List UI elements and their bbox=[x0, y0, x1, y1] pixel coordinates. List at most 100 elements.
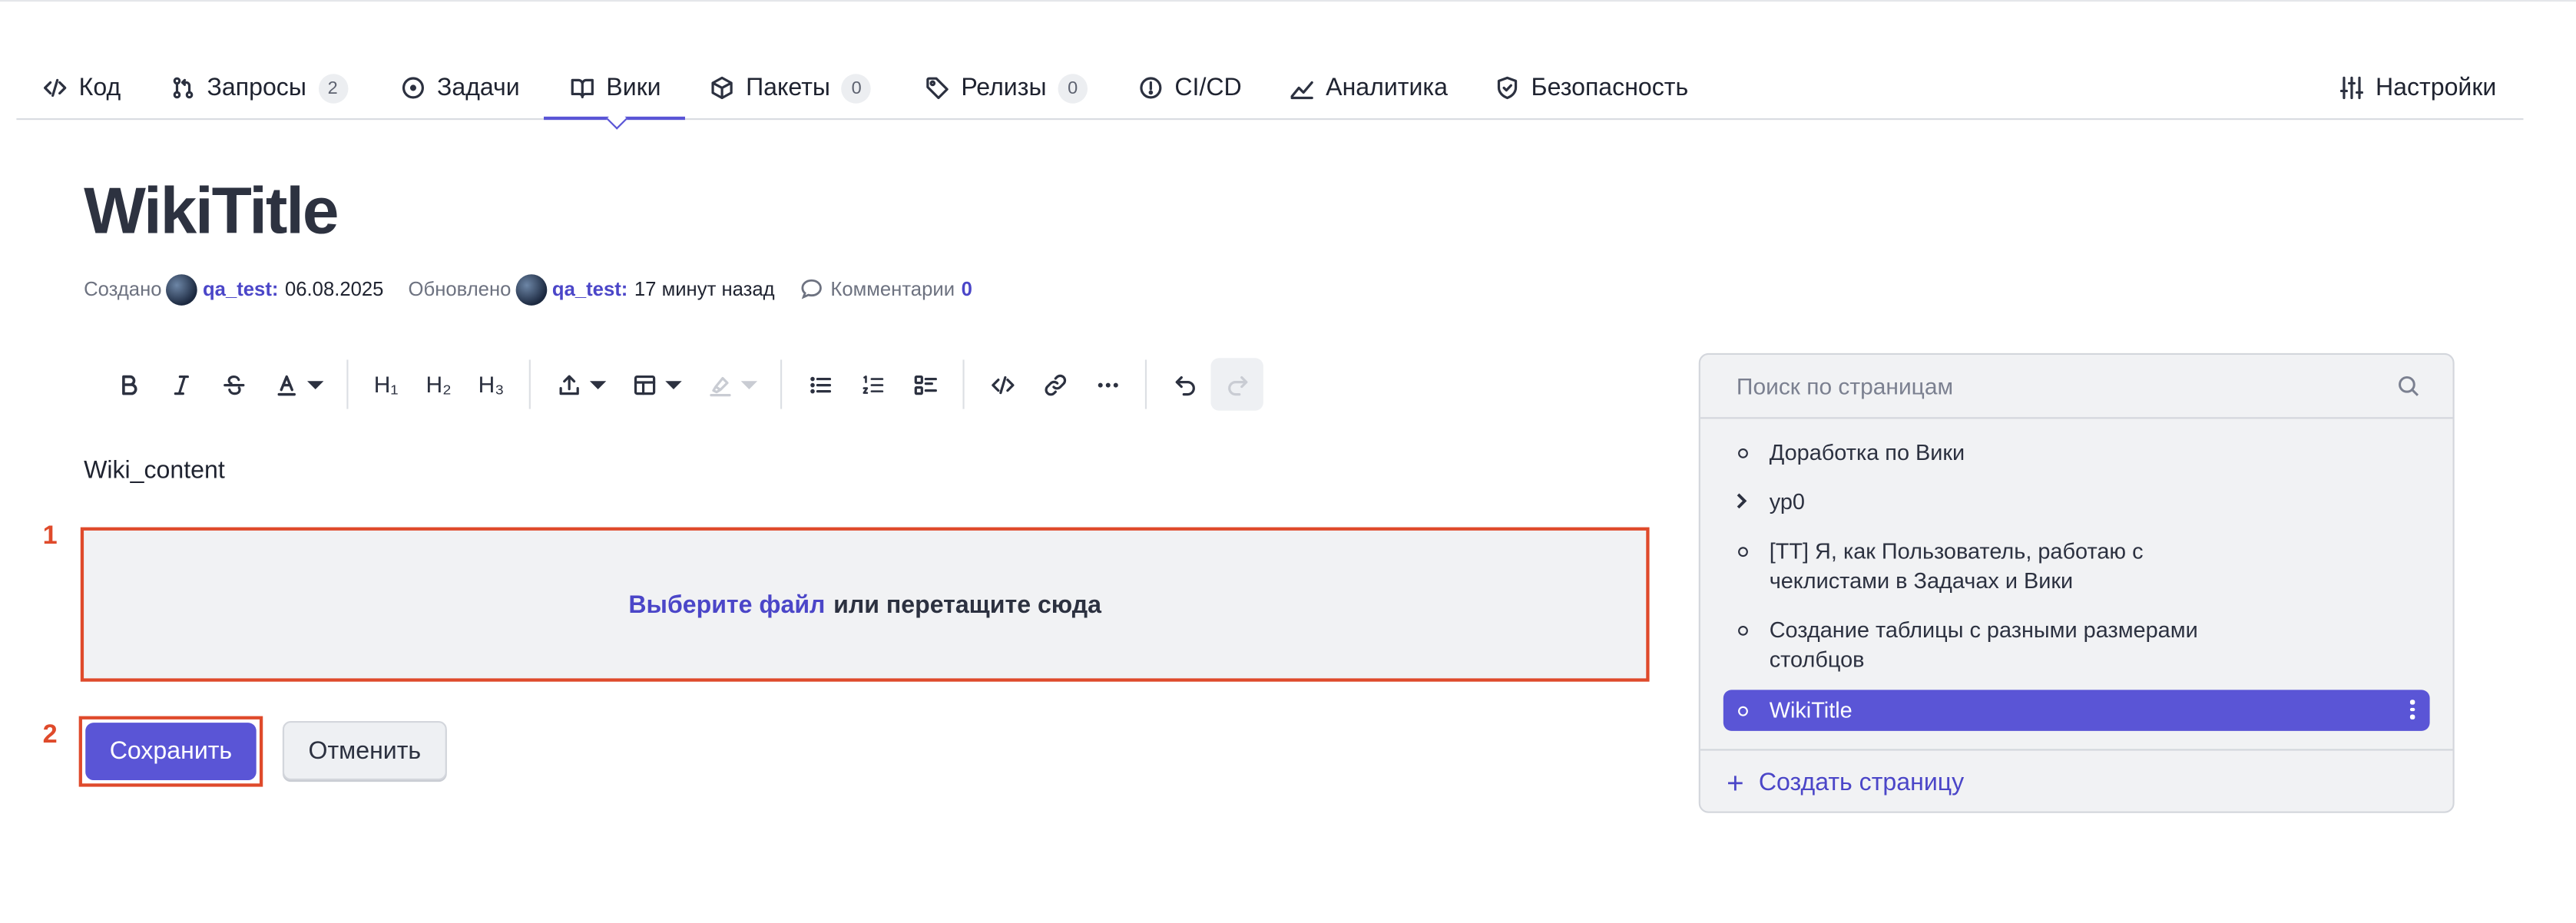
bullet-icon bbox=[1738, 625, 1748, 636]
page-meta: Создано qa_test: 06.08.2025 Обновлено qa… bbox=[84, 273, 972, 306]
tab-issues[interactable]: Задачи bbox=[401, 59, 520, 117]
cancel-button[interactable]: Отменить bbox=[282, 721, 447, 781]
count-badge: 0 bbox=[1058, 73, 1088, 103]
bullet-list-icon bbox=[810, 375, 830, 393]
heading-2-button[interactable]: H₂ bbox=[412, 358, 465, 410]
create-page-button[interactable]: + Создать страницу bbox=[1700, 749, 2453, 811]
save-button[interactable]: Сохранить bbox=[85, 723, 257, 781]
bullet-icon bbox=[1738, 448, 1748, 458]
page-search-input[interactable] bbox=[1700, 355, 2453, 418]
package-icon bbox=[711, 76, 733, 100]
page-tree-label: WikiTitle bbox=[1769, 697, 1853, 723]
created-label: Создано bbox=[84, 277, 162, 301]
numbered-list-button[interactable] bbox=[846, 358, 899, 410]
chevron-right-icon bbox=[1737, 493, 1747, 509]
expand-toggle[interactable] bbox=[1723, 488, 1770, 511]
tab-settings[interactable]: Настройки bbox=[2339, 59, 2496, 117]
page-tree-item[interactable]: Доработка по Вики bbox=[1723, 438, 2430, 468]
tab-label: Релизы bbox=[961, 74, 1047, 102]
tab-requests[interactable]: Запросы 2 bbox=[171, 59, 348, 117]
page-tree-item[interactable]: Создание таблицы с разными размерами сто… bbox=[1723, 616, 2430, 675]
toolbar-divider bbox=[346, 359, 349, 409]
heading-3-button[interactable]: H₃ bbox=[465, 358, 517, 410]
link-icon bbox=[1044, 373, 1065, 395]
page-title: WikiTitle bbox=[84, 175, 339, 248]
comments-count[interactable]: 0 bbox=[962, 277, 972, 300]
tab-security[interactable]: Безопасность bbox=[1495, 59, 1688, 117]
avatar[interactable] bbox=[515, 273, 548, 305]
more-vertical-icon[interactable] bbox=[2409, 700, 2417, 719]
tab-label: Задачи bbox=[436, 74, 520, 102]
choose-file-link[interactable]: Выберите файл bbox=[628, 591, 825, 618]
chevron-down-icon bbox=[589, 380, 607, 389]
heading-1-label: H₁ bbox=[373, 371, 399, 398]
tab-analytics[interactable]: Аналитика bbox=[1290, 59, 1448, 117]
editor-toolbar: H₁ H₂ H₃ bbox=[102, 358, 1263, 411]
page-tree-label: Доработка по Вики bbox=[1769, 440, 1965, 465]
created-date: 06.08.2025 bbox=[284, 277, 384, 301]
chart-line-icon bbox=[1290, 81, 1313, 100]
plus-icon: + bbox=[1727, 766, 1744, 799]
bold-button[interactable] bbox=[102, 358, 154, 410]
text-color-dropdown[interactable] bbox=[303, 358, 329, 410]
toolbar-divider bbox=[528, 359, 531, 409]
numbered-list-icon bbox=[862, 374, 883, 393]
chevron-down-icon bbox=[665, 380, 682, 389]
tab-label: CI/CD bbox=[1174, 74, 1242, 102]
code-icon bbox=[991, 375, 1014, 394]
page-tree-label: Создание таблицы с разными размерами сто… bbox=[1769, 617, 2198, 672]
created-user-link[interactable]: qa_test: bbox=[203, 277, 278, 300]
tab-ci-cd[interactable]: CI/CD bbox=[1138, 59, 1242, 117]
more-horizontal-icon bbox=[1097, 382, 1117, 387]
tab-packages[interactable]: Пакеты 0 bbox=[710, 59, 872, 117]
upload-dropdown[interactable] bbox=[584, 358, 611, 410]
tab-releases[interactable]: Релизы 0 bbox=[925, 59, 1088, 117]
upload-icon bbox=[558, 374, 578, 395]
page-tree-item[interactable]: ур0 bbox=[1723, 488, 2430, 518]
updated-label: Обновлено bbox=[408, 277, 512, 301]
updated-time: 17 минут назад bbox=[634, 277, 775, 301]
more-button[interactable] bbox=[1081, 358, 1133, 410]
italic-icon bbox=[173, 374, 188, 395]
issue-icon bbox=[402, 77, 424, 99]
tab-code[interactable]: Код bbox=[43, 59, 121, 117]
page-tree-label: ур0 bbox=[1769, 489, 1805, 514]
chevron-down-icon bbox=[740, 380, 758, 389]
text-color-icon bbox=[276, 374, 295, 395]
undo-button[interactable] bbox=[1158, 358, 1210, 410]
undo-icon bbox=[1174, 375, 1194, 395]
project-tabs: Код Запросы 2 Задачи Вики Пакеты 0 Релиз… bbox=[16, 59, 2524, 130]
tab-label: Безопасность bbox=[1531, 74, 1689, 102]
page-tree-item[interactable]: [ТТ] Я, как Пользователь, работаю с чекл… bbox=[1723, 537, 2430, 596]
toolbar-divider bbox=[780, 359, 783, 409]
avatar[interactable] bbox=[166, 273, 198, 305]
strikethrough-button[interactable] bbox=[207, 358, 260, 410]
table-dropdown[interactable] bbox=[661, 358, 687, 410]
search-icon[interactable] bbox=[2397, 375, 2420, 398]
file-dropzone[interactable]: Выберите файл или перетащите сюда bbox=[80, 527, 1650, 682]
italic-button[interactable] bbox=[154, 358, 207, 410]
comments-label[interactable]: Комментарии bbox=[830, 277, 955, 300]
book-icon bbox=[571, 78, 594, 99]
pull-request-icon bbox=[173, 77, 194, 99]
count-badge: 0 bbox=[841, 73, 872, 103]
comment-icon bbox=[800, 279, 821, 299]
page-tree-item-active[interactable]: WikiTitle bbox=[1723, 690, 2430, 731]
bullet-icon bbox=[1738, 705, 1748, 716]
bullet-list-button[interactable] bbox=[793, 358, 846, 410]
dropzone-text: или перетащите сюда bbox=[833, 590, 1101, 619]
tab-label: Аналитика bbox=[1326, 74, 1448, 102]
checklist-button[interactable] bbox=[899, 358, 951, 410]
redo-button[interactable] bbox=[1210, 358, 1263, 411]
wiki-content-text[interactable]: Wiki_content bbox=[84, 457, 225, 485]
link-button[interactable] bbox=[1028, 358, 1081, 410]
tab-wiki[interactable]: Вики bbox=[544, 59, 686, 130]
code-block-button[interactable] bbox=[976, 358, 1028, 410]
highlight-dropdown[interactable] bbox=[736, 358, 762, 410]
updated-user-link[interactable]: qa_test: bbox=[552, 277, 627, 300]
active-tab-caret bbox=[605, 108, 627, 130]
page-search bbox=[1700, 355, 2453, 419]
checklist-icon bbox=[913, 374, 936, 395]
heading-1-button[interactable]: H₁ bbox=[359, 358, 412, 410]
annotation-marker-2: 2 bbox=[42, 721, 58, 749]
